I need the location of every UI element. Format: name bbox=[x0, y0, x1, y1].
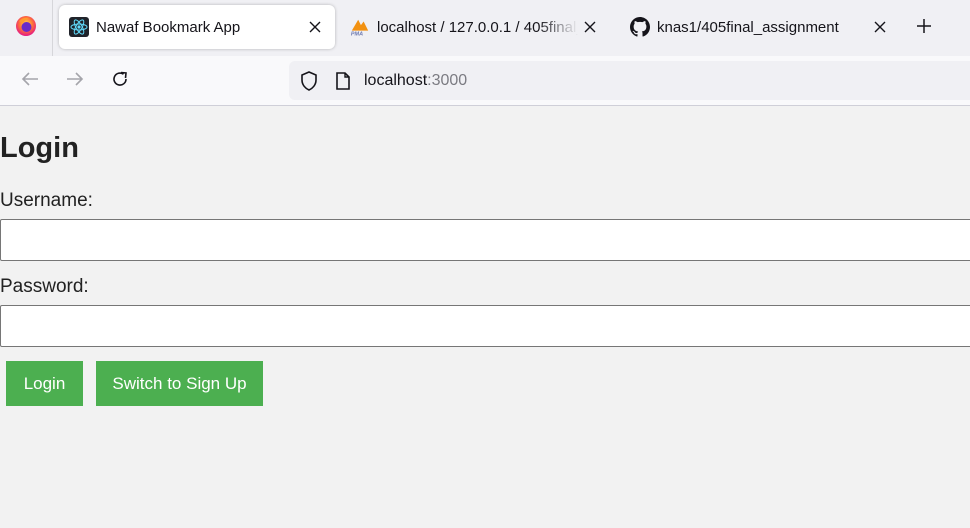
arrow-right-icon bbox=[66, 71, 84, 92]
firefox-icon bbox=[15, 15, 37, 42]
username-input[interactable] bbox=[0, 219, 970, 261]
url-port: :3000 bbox=[427, 71, 468, 89]
phpmyadmin-icon: PMA bbox=[350, 17, 370, 37]
url-host: localhost bbox=[364, 71, 428, 89]
tab-title: knas1/405final_assignment bbox=[657, 18, 839, 36]
new-tab-button[interactable] bbox=[910, 14, 938, 42]
close-tab-icon[interactable] bbox=[303, 15, 327, 39]
page-icon[interactable] bbox=[334, 71, 352, 90]
password-label: Password: bbox=[0, 276, 89, 297]
back-button[interactable] bbox=[15, 66, 45, 96]
tab-github[interactable]: knas1/405final_assignment bbox=[620, 5, 900, 49]
firefox-menu-button[interactable] bbox=[0, 0, 53, 56]
url-text[interactable]: localhost:3000 bbox=[364, 72, 467, 90]
tab-nawaf-bookmark-app[interactable]: Nawaf Bookmark App bbox=[59, 5, 335, 49]
username-label: Username: bbox=[0, 190, 93, 211]
svg-text:PMA: PMA bbox=[351, 32, 363, 37]
reload-icon bbox=[111, 70, 129, 93]
close-tab-icon[interactable] bbox=[868, 15, 892, 39]
login-button[interactable]: Login bbox=[6, 361, 83, 406]
close-tab-icon[interactable] bbox=[578, 15, 602, 39]
switch-to-sign-up-button[interactable]: Switch to Sign Up bbox=[96, 361, 263, 406]
tab-title: Nawaf Bookmark App bbox=[96, 18, 241, 36]
navigation-toolbar: localhost:3000 bbox=[0, 56, 970, 106]
page-title: Login bbox=[0, 132, 79, 164]
shield-icon[interactable] bbox=[299, 70, 319, 91]
arrow-left-icon bbox=[21, 71, 39, 92]
reload-button[interactable] bbox=[105, 66, 135, 96]
password-input[interactable] bbox=[0, 305, 970, 347]
github-icon bbox=[630, 17, 650, 37]
browser-tab-strip: Nawaf Bookmark App PMA localhost / 127.0… bbox=[0, 0, 970, 56]
address-bar[interactable]: localhost:3000 bbox=[289, 61, 970, 100]
tab-phpmyadmin[interactable]: PMA localhost / 127.0.0.1 / 405final_ass… bbox=[340, 5, 610, 49]
plus-icon bbox=[916, 18, 932, 39]
forward-button[interactable] bbox=[60, 66, 90, 96]
page-content: Login Username: Password: Login Switch t… bbox=[0, 106, 970, 528]
tab-title: localhost / 127.0.0.1 / 405final_assignm… bbox=[377, 18, 578, 36]
react-icon bbox=[69, 17, 89, 37]
